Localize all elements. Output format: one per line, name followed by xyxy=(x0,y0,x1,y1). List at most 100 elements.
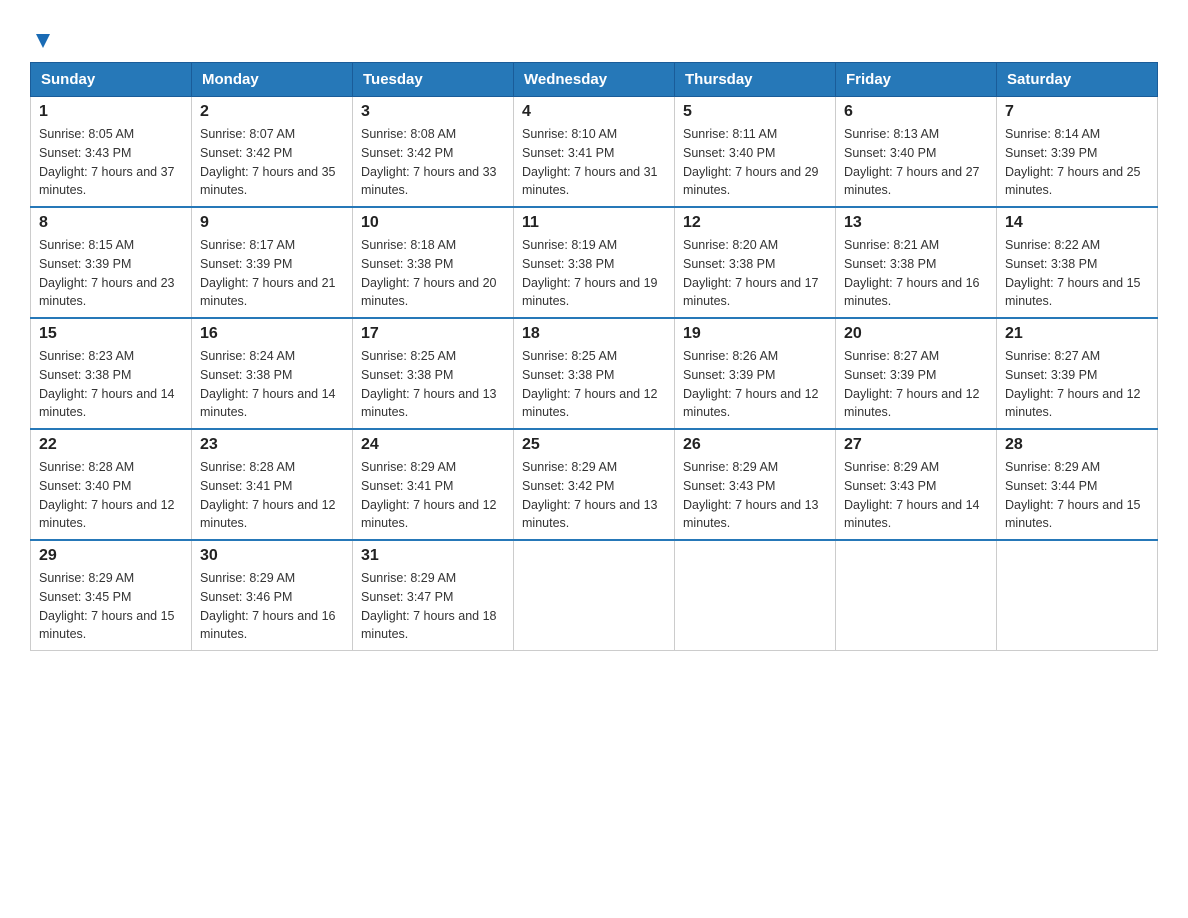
day-number: 28 xyxy=(1005,436,1149,454)
day-number: 12 xyxy=(683,214,827,232)
calendar-cell: 7 Sunrise: 8:14 AMSunset: 3:39 PMDayligh… xyxy=(997,97,1158,208)
day-info: Sunrise: 8:29 AMSunset: 3:46 PMDaylight:… xyxy=(200,569,344,644)
day-info: Sunrise: 8:28 AMSunset: 3:41 PMDaylight:… xyxy=(200,458,344,533)
calendar-cell: 30 Sunrise: 8:29 AMSunset: 3:46 PMDaylig… xyxy=(192,540,353,651)
calendar-cell: 28 Sunrise: 8:29 AMSunset: 3:44 PMDaylig… xyxy=(997,429,1158,540)
calendar-cell: 4 Sunrise: 8:10 AMSunset: 3:41 PMDayligh… xyxy=(514,97,675,208)
day-number: 3 xyxy=(361,103,505,121)
calendar-cell: 12 Sunrise: 8:20 AMSunset: 3:38 PMDaylig… xyxy=(675,207,836,318)
day-info: Sunrise: 8:15 AMSunset: 3:39 PMDaylight:… xyxy=(39,236,183,311)
day-info: Sunrise: 8:25 AMSunset: 3:38 PMDaylight:… xyxy=(361,347,505,422)
calendar-cell: 2 Sunrise: 8:07 AMSunset: 3:42 PMDayligh… xyxy=(192,97,353,208)
day-info: Sunrise: 8:14 AMSunset: 3:39 PMDaylight:… xyxy=(1005,125,1149,200)
day-info: Sunrise: 8:19 AMSunset: 3:38 PMDaylight:… xyxy=(522,236,666,311)
weekday-header-tuesday: Tuesday xyxy=(353,63,514,97)
page-header xyxy=(30,20,1158,52)
day-info: Sunrise: 8:10 AMSunset: 3:41 PMDaylight:… xyxy=(522,125,666,200)
day-info: Sunrise: 8:18 AMSunset: 3:38 PMDaylight:… xyxy=(361,236,505,311)
day-number: 13 xyxy=(844,214,988,232)
day-number: 27 xyxy=(844,436,988,454)
day-info: Sunrise: 8:27 AMSunset: 3:39 PMDaylight:… xyxy=(844,347,988,422)
calendar-cell: 15 Sunrise: 8:23 AMSunset: 3:38 PMDaylig… xyxy=(31,318,192,429)
logo xyxy=(30,20,54,52)
day-number: 15 xyxy=(39,325,183,343)
day-number: 20 xyxy=(844,325,988,343)
calendar-cell: 29 Sunrise: 8:29 AMSunset: 3:45 PMDaylig… xyxy=(31,540,192,651)
day-number: 22 xyxy=(39,436,183,454)
calendar-cell: 6 Sunrise: 8:13 AMSunset: 3:40 PMDayligh… xyxy=(836,97,997,208)
day-number: 8 xyxy=(39,214,183,232)
day-info: Sunrise: 8:26 AMSunset: 3:39 PMDaylight:… xyxy=(683,347,827,422)
day-info: Sunrise: 8:21 AMSunset: 3:38 PMDaylight:… xyxy=(844,236,988,311)
calendar-cell: 26 Sunrise: 8:29 AMSunset: 3:43 PMDaylig… xyxy=(675,429,836,540)
calendar-cell: 11 Sunrise: 8:19 AMSunset: 3:38 PMDaylig… xyxy=(514,207,675,318)
day-info: Sunrise: 8:25 AMSunset: 3:38 PMDaylight:… xyxy=(522,347,666,422)
day-number: 23 xyxy=(200,436,344,454)
calendar-cell xyxy=(675,540,836,651)
calendar-week-row: 22 Sunrise: 8:28 AMSunset: 3:40 PMDaylig… xyxy=(31,429,1158,540)
day-number: 1 xyxy=(39,103,183,121)
day-number: 29 xyxy=(39,547,183,565)
calendar-cell: 1 Sunrise: 8:05 AMSunset: 3:43 PMDayligh… xyxy=(31,97,192,208)
calendar-cell: 31 Sunrise: 8:29 AMSunset: 3:47 PMDaylig… xyxy=(353,540,514,651)
calendar-cell: 8 Sunrise: 8:15 AMSunset: 3:39 PMDayligh… xyxy=(31,207,192,318)
weekday-header-monday: Monday xyxy=(192,63,353,97)
day-info: Sunrise: 8:29 AMSunset: 3:44 PMDaylight:… xyxy=(1005,458,1149,533)
day-number: 18 xyxy=(522,325,666,343)
calendar-cell: 24 Sunrise: 8:29 AMSunset: 3:41 PMDaylig… xyxy=(353,429,514,540)
day-number: 6 xyxy=(844,103,988,121)
day-info: Sunrise: 8:11 AMSunset: 3:40 PMDaylight:… xyxy=(683,125,827,200)
day-info: Sunrise: 8:29 AMSunset: 3:43 PMDaylight:… xyxy=(683,458,827,533)
weekday-header-thursday: Thursday xyxy=(675,63,836,97)
day-info: Sunrise: 8:29 AMSunset: 3:45 PMDaylight:… xyxy=(39,569,183,644)
calendar-cell: 23 Sunrise: 8:28 AMSunset: 3:41 PMDaylig… xyxy=(192,429,353,540)
day-info: Sunrise: 8:20 AMSunset: 3:38 PMDaylight:… xyxy=(683,236,827,311)
day-info: Sunrise: 8:24 AMSunset: 3:38 PMDaylight:… xyxy=(200,347,344,422)
day-info: Sunrise: 8:05 AMSunset: 3:43 PMDaylight:… xyxy=(39,125,183,200)
calendar-week-row: 15 Sunrise: 8:23 AMSunset: 3:38 PMDaylig… xyxy=(31,318,1158,429)
day-number: 30 xyxy=(200,547,344,565)
calendar-week-row: 8 Sunrise: 8:15 AMSunset: 3:39 PMDayligh… xyxy=(31,207,1158,318)
day-number: 19 xyxy=(683,325,827,343)
calendar-cell xyxy=(997,540,1158,651)
day-info: Sunrise: 8:13 AMSunset: 3:40 PMDaylight:… xyxy=(844,125,988,200)
calendar-cell: 22 Sunrise: 8:28 AMSunset: 3:40 PMDaylig… xyxy=(31,429,192,540)
calendar-cell: 19 Sunrise: 8:26 AMSunset: 3:39 PMDaylig… xyxy=(675,318,836,429)
day-info: Sunrise: 8:29 AMSunset: 3:43 PMDaylight:… xyxy=(844,458,988,533)
calendar-cell: 27 Sunrise: 8:29 AMSunset: 3:43 PMDaylig… xyxy=(836,429,997,540)
weekday-header-sunday: Sunday xyxy=(31,63,192,97)
day-number: 11 xyxy=(522,214,666,232)
calendar-table: SundayMondayTuesdayWednesdayThursdayFrid… xyxy=(30,62,1158,651)
day-info: Sunrise: 8:29 AMSunset: 3:47 PMDaylight:… xyxy=(361,569,505,644)
calendar-cell: 25 Sunrise: 8:29 AMSunset: 3:42 PMDaylig… xyxy=(514,429,675,540)
weekday-header-saturday: Saturday xyxy=(997,63,1158,97)
calendar-cell xyxy=(514,540,675,651)
day-number: 9 xyxy=(200,214,344,232)
calendar-cell: 5 Sunrise: 8:11 AMSunset: 3:40 PMDayligh… xyxy=(675,97,836,208)
calendar-cell: 20 Sunrise: 8:27 AMSunset: 3:39 PMDaylig… xyxy=(836,318,997,429)
day-number: 25 xyxy=(522,436,666,454)
day-number: 10 xyxy=(361,214,505,232)
day-info: Sunrise: 8:28 AMSunset: 3:40 PMDaylight:… xyxy=(39,458,183,533)
day-info: Sunrise: 8:27 AMSunset: 3:39 PMDaylight:… xyxy=(1005,347,1149,422)
day-number: 26 xyxy=(683,436,827,454)
calendar-cell: 3 Sunrise: 8:08 AMSunset: 3:42 PMDayligh… xyxy=(353,97,514,208)
day-number: 2 xyxy=(200,103,344,121)
calendar-week-row: 1 Sunrise: 8:05 AMSunset: 3:43 PMDayligh… xyxy=(31,97,1158,208)
day-number: 31 xyxy=(361,547,505,565)
day-number: 16 xyxy=(200,325,344,343)
calendar-cell: 18 Sunrise: 8:25 AMSunset: 3:38 PMDaylig… xyxy=(514,318,675,429)
day-info: Sunrise: 8:29 AMSunset: 3:41 PMDaylight:… xyxy=(361,458,505,533)
day-number: 24 xyxy=(361,436,505,454)
calendar-cell: 21 Sunrise: 8:27 AMSunset: 3:39 PMDaylig… xyxy=(997,318,1158,429)
day-number: 7 xyxy=(1005,103,1149,121)
calendar-cell: 9 Sunrise: 8:17 AMSunset: 3:39 PMDayligh… xyxy=(192,207,353,318)
day-info: Sunrise: 8:23 AMSunset: 3:38 PMDaylight:… xyxy=(39,347,183,422)
calendar-cell: 16 Sunrise: 8:24 AMSunset: 3:38 PMDaylig… xyxy=(192,318,353,429)
day-number: 17 xyxy=(361,325,505,343)
weekday-header-friday: Friday xyxy=(836,63,997,97)
calendar-cell: 14 Sunrise: 8:22 AMSunset: 3:38 PMDaylig… xyxy=(997,207,1158,318)
calendar-cell: 13 Sunrise: 8:21 AMSunset: 3:38 PMDaylig… xyxy=(836,207,997,318)
calendar-cell: 10 Sunrise: 8:18 AMSunset: 3:38 PMDaylig… xyxy=(353,207,514,318)
calendar-week-row: 29 Sunrise: 8:29 AMSunset: 3:45 PMDaylig… xyxy=(31,540,1158,651)
